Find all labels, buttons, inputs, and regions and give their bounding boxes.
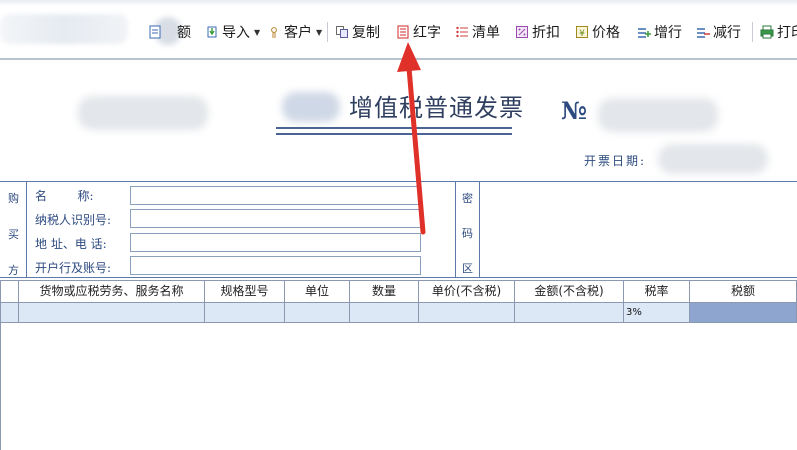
red-arrow-annotation (397, 42, 426, 235)
arrow-shaft (406, 65, 426, 235)
arrow-head (397, 42, 421, 72)
